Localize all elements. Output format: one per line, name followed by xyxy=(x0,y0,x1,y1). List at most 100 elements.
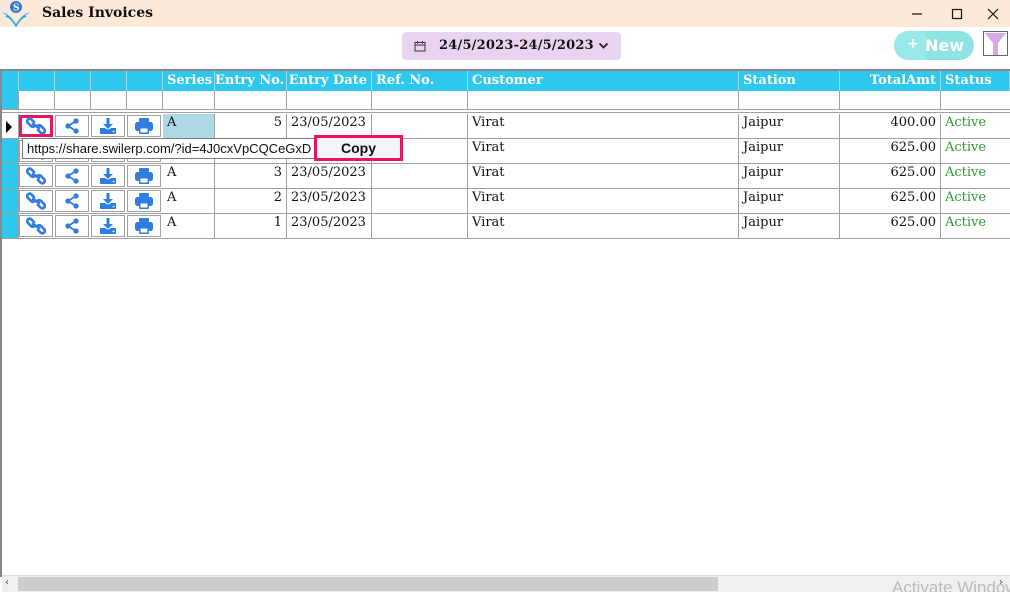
cell-series[interactable]: A xyxy=(163,114,215,138)
scroll-left-icon[interactable]: ‹ xyxy=(5,577,9,588)
minimize-button[interactable] xyxy=(900,0,934,27)
row-header[interactable] xyxy=(2,189,19,213)
download-button[interactable] xyxy=(91,215,125,237)
filter-ref-no[interactable] xyxy=(372,91,468,109)
print-button[interactable] xyxy=(127,190,161,212)
filter-cell[interactable] xyxy=(91,91,127,109)
cell-entry-no[interactable]: 5 xyxy=(215,114,287,138)
cell-entry-no[interactable]: 2 xyxy=(215,189,287,213)
cell-customer[interactable]: Virat xyxy=(468,164,739,188)
share-url-field[interactable]: https://share.swilerp.com/?id=4J0cxVpCQC… xyxy=(22,138,315,159)
cell-customer[interactable]: Virat xyxy=(468,214,739,238)
scrollbar-thumb[interactable] xyxy=(18,577,718,591)
cell-total-amt[interactable]: 625.00 xyxy=(840,214,941,238)
share-button[interactable] xyxy=(55,215,89,237)
download-icon xyxy=(99,117,117,135)
col-header-share[interactable] xyxy=(55,71,91,91)
row-header[interactable] xyxy=(2,114,19,138)
horizontal-scrollbar[interactable]: ‹ › xyxy=(2,575,1010,592)
col-header-status[interactable]: Status xyxy=(941,71,1010,91)
col-header-entry-no[interactable]: Entry No. xyxy=(215,71,287,91)
cell-station[interactable]: Jaipur xyxy=(739,189,840,213)
print-button[interactable] xyxy=(127,165,161,187)
print-button[interactable] xyxy=(127,115,161,137)
cell-station[interactable]: Jaipur xyxy=(739,139,840,163)
filter-station[interactable] xyxy=(739,91,840,109)
link-button[interactable] xyxy=(19,165,53,187)
col-header-link[interactable] xyxy=(19,71,55,91)
cell-entry-date[interactable]: 23/05/2023 xyxy=(287,189,372,213)
share-button[interactable] xyxy=(55,115,89,137)
copy-link-button[interactable]: Copy xyxy=(314,135,403,161)
col-header-print[interactable] xyxy=(127,71,163,91)
row-header[interactable] xyxy=(2,214,19,238)
link-icon xyxy=(26,167,46,185)
filter-status[interactable] xyxy=(941,91,1010,109)
filter-series[interactable] xyxy=(163,91,215,109)
cell-series[interactable]: A xyxy=(163,189,215,213)
col-header-total-amt[interactable]: TotalAmt xyxy=(840,71,941,91)
link-button[interactable] xyxy=(19,190,53,212)
row-header[interactable] xyxy=(2,139,19,163)
filter-cell[interactable] xyxy=(55,91,91,109)
link-icon xyxy=(26,192,46,210)
date-range-picker[interactable]: 24/5/2023-24/5/2023 xyxy=(402,32,621,60)
col-header-ref-no[interactable]: Ref. No. xyxy=(372,71,468,91)
download-button[interactable] xyxy=(91,190,125,212)
download-button[interactable] xyxy=(91,115,125,137)
col-header-entry-date[interactable]: Entry Date xyxy=(287,71,372,91)
cell-entry-date[interactable]: 23/05/2023 xyxy=(287,164,372,188)
link-button[interactable] xyxy=(19,115,53,137)
cell-station[interactable]: Jaipur xyxy=(739,214,840,238)
cell-total-amt[interactable]: 400.00 xyxy=(840,114,941,138)
col-header-station[interactable]: Station xyxy=(739,71,840,91)
cell-series[interactable]: A xyxy=(163,214,215,238)
cell-station[interactable]: Jaipur xyxy=(739,114,840,138)
filter-cell[interactable] xyxy=(19,91,55,109)
share-icon xyxy=(64,118,80,134)
download-icon xyxy=(99,167,117,185)
download-icon xyxy=(99,217,117,235)
share-icon xyxy=(64,193,80,209)
cell-total-amt[interactable]: 625.00 xyxy=(840,164,941,188)
share-button[interactable] xyxy=(55,165,89,187)
row-header[interactable] xyxy=(2,164,19,188)
cell-entry-no[interactable]: 1 xyxy=(215,214,287,238)
filter-cell[interactable] xyxy=(127,91,163,109)
window-title: Sales Invoices xyxy=(42,5,153,21)
col-header-series[interactable]: Series xyxy=(163,71,215,91)
new-invoice-button[interactable]: + New xyxy=(894,31,974,60)
filter-button[interactable] xyxy=(983,31,1008,56)
cell-ref-no[interactable] xyxy=(372,214,468,238)
print-button[interactable] xyxy=(127,215,161,237)
filter-entry-date[interactable] xyxy=(287,91,372,109)
download-button[interactable] xyxy=(91,165,125,187)
plus-icon: + xyxy=(907,36,919,52)
cell-entry-date[interactable]: 23/05/2023 xyxy=(287,214,372,238)
table-row[interactable]: A 5 23/05/2023 Virat Jaipur 400.00 Active xyxy=(2,114,1010,139)
cell-customer[interactable]: Virat xyxy=(468,139,739,163)
table-row[interactable]: A 3 23/05/2023 Virat Jaipur 625.00 Active xyxy=(2,164,1010,189)
maximize-button[interactable] xyxy=(940,0,974,27)
cell-ref-no[interactable] xyxy=(372,164,468,188)
cell-ref-no[interactable] xyxy=(372,189,468,213)
filter-total-amt[interactable] xyxy=(840,91,941,109)
table-row[interactable]: A 1 23/05/2023 Virat Jaipur 625.00 Active xyxy=(2,214,1010,239)
col-header-download[interactable] xyxy=(91,71,127,91)
cell-station[interactable]: Jaipur xyxy=(739,164,840,188)
filter-customer[interactable] xyxy=(468,91,739,109)
col-header-customer[interactable]: Customer xyxy=(468,71,739,91)
link-icon xyxy=(26,117,46,135)
cell-customer[interactable]: Virat xyxy=(468,114,739,138)
cell-total-amt[interactable]: 625.00 xyxy=(840,139,941,163)
filter-entry-no[interactable] xyxy=(215,91,287,109)
cell-customer[interactable]: Virat xyxy=(468,189,739,213)
cell-total-amt[interactable]: 625.00 xyxy=(840,189,941,213)
svg-text:S: S xyxy=(13,4,20,14)
cell-series[interactable]: A xyxy=(163,164,215,188)
share-button[interactable] xyxy=(55,190,89,212)
link-button[interactable] xyxy=(19,215,53,237)
table-row[interactable]: A 2 23/05/2023 Virat Jaipur 625.00 Active xyxy=(2,189,1010,214)
cell-entry-no[interactable]: 3 xyxy=(215,164,287,188)
close-button[interactable] xyxy=(976,0,1010,27)
